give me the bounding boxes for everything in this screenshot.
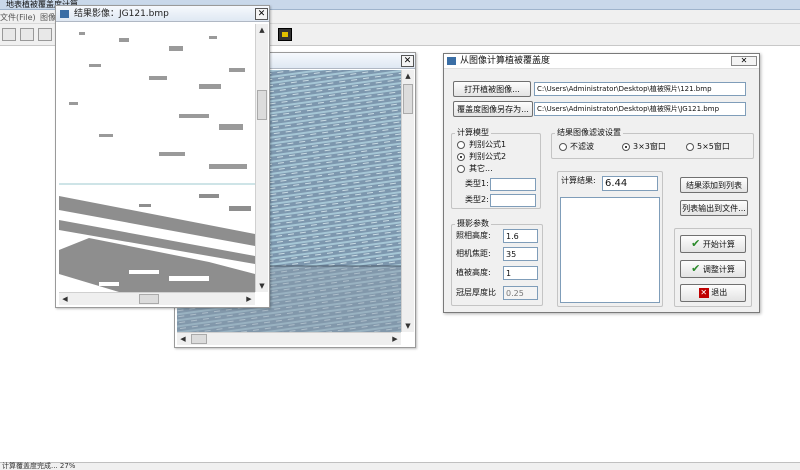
close-icon[interactable]: ✕ [731, 56, 757, 66]
menu-file[interactable]: 文件(File) [0, 12, 36, 23]
model-radio-1[interactable] [457, 141, 465, 149]
close-icon[interactable]: ✕ [255, 8, 268, 20]
export-list-button[interactable]: 列表输出到文件... [680, 200, 748, 216]
toolbar-save-icon[interactable] [20, 28, 34, 41]
filter-option-5x5-label: 5×5窗口 [697, 142, 730, 151]
result-image [59, 24, 255, 292]
focal-length-field[interactable]: 35 [503, 247, 538, 261]
result-label: 计算结果: [561, 176, 596, 185]
veg-height-field[interactable]: 1 [503, 266, 538, 280]
statusbar: 计算覆盖度完成... 27% [0, 462, 800, 470]
scroll-left-icon[interactable]: ◀ [59, 293, 71, 305]
start-button-label: 开始计算 [702, 240, 735, 249]
camera-height-field[interactable]: 1.6 [503, 229, 538, 243]
exit-button[interactable]: ✕ 退出 [680, 284, 746, 302]
save-as-button[interactable]: 覆盖度图像另存为... [453, 101, 533, 117]
filter-radio-5x5[interactable] [686, 143, 694, 151]
toolbar-stop-icon[interactable] [278, 28, 292, 41]
type1-label: 类型1: [465, 179, 489, 188]
result-image-window[interactable]: 结果影像：JG121.bmp ✕ ▲ ▼ ◀ ▶ [55, 5, 270, 308]
result-list[interactable] [560, 197, 660, 303]
vegetation-coverage-dialog[interactable]: 从图像计算植被覆盖度 ✕ 打开植被图像... C:\Users\Administ… [443, 53, 760, 313]
classified-image [59, 32, 255, 292]
scroll-up-icon[interactable]: ▲ [256, 24, 268, 36]
open-image-button[interactable]: 打开植被图像... [453, 81, 531, 97]
close-icon[interactable]: ✕ [401, 55, 414, 67]
open-path-field[interactable]: C:\Users\Administrator\Desktop\植被照片\121.… [534, 82, 746, 96]
result-vertical-scrollbar[interactable]: ▲ ▼ [255, 24, 268, 292]
save-as-path-field[interactable]: C:\Users\Administrator\Desktop\植被照片\JG12… [534, 102, 746, 116]
type1-field[interactable] [490, 178, 536, 191]
start-button[interactable]: ✔ 开始计算 [680, 235, 746, 253]
source-vertical-scrollbar[interactable]: ▲ ▼ [401, 70, 414, 332]
scroll-right-icon[interactable]: ▶ [243, 293, 255, 305]
scroll-thumb[interactable] [403, 84, 413, 114]
canopy-ratio-field[interactable]: 0.25 [503, 286, 538, 300]
model-option-3-label: 其它... [469, 164, 493, 173]
menu-image[interactable]: 图像 [40, 12, 56, 23]
result-value-field[interactable]: 6.44 [602, 176, 658, 191]
dialog-title: 从图像计算植被覆盖度 [460, 56, 551, 66]
focal-length-label: 相机焦距: [456, 249, 491, 258]
result-window-titlebar[interactable]: 结果影像：JG121.bmp [56, 6, 269, 22]
result-window-title: 结果影像：JG121.bmp [74, 9, 169, 19]
filter-radio-none[interactable] [559, 143, 567, 151]
exit-icon: ✕ [698, 287, 709, 298]
type2-field[interactable] [490, 194, 536, 207]
filter-group-label: 结果图像滤波设置 [555, 128, 623, 138]
scroll-down-icon[interactable]: ▼ [402, 320, 414, 332]
exit-button-label: 退出 [711, 288, 728, 297]
result-horizontal-scrollbar[interactable]: ◀ ▶ [59, 292, 255, 305]
dialog-titlebar[interactable]: 从图像计算植被覆盖度 [444, 54, 759, 69]
model-option-2-label: 判别公式2 [469, 152, 507, 161]
scroll-thumb[interactable] [139, 294, 159, 304]
camera-height-label: 照相高度: [456, 231, 491, 240]
scroll-right-icon[interactable]: ▶ [389, 333, 401, 345]
check-icon: ✔ [691, 237, 701, 250]
check-icon: ✔ [691, 262, 701, 275]
filter-radio-3x3[interactable] [622, 143, 630, 151]
type2-label: 类型2: [465, 195, 489, 204]
model-group-label: 计算模型 [455, 128, 491, 138]
filter-option-3x3-label: 3×3窗口 [633, 142, 666, 151]
photo-params-group-label: 摄影参数 [455, 219, 491, 229]
adjust-button[interactable]: ✔ 调整计算 [680, 260, 746, 278]
source-horizontal-scrollbar[interactable]: ◀ ▶ [177, 332, 401, 345]
scroll-thumb[interactable] [191, 334, 207, 344]
model-option-1-label: 判别公式1 [469, 140, 507, 149]
model-radio-3[interactable] [457, 165, 465, 173]
filter-option-none-label: 不滤波 [570, 142, 594, 151]
veg-height-label: 植被高度: [456, 268, 491, 277]
scroll-left-icon[interactable]: ◀ [177, 333, 189, 345]
window-app-icon [60, 10, 69, 18]
add-to-list-button[interactable]: 结果添加到列表 [680, 177, 748, 193]
scroll-down-icon[interactable]: ▼ [256, 280, 268, 292]
scroll-up-icon[interactable]: ▲ [402, 70, 414, 82]
toolbar-display-icon[interactable] [38, 28, 52, 41]
toolbar-open-icon[interactable] [2, 28, 16, 41]
status-text: 计算覆盖度完成... 27% [2, 462, 76, 470]
dialog-app-icon [447, 57, 456, 65]
canopy-ratio-label: 冠层厚度比 [456, 288, 496, 297]
model-radio-2[interactable] [457, 153, 465, 161]
adjust-button-label: 调整计算 [702, 265, 735, 274]
scroll-thumb[interactable] [257, 90, 267, 120]
